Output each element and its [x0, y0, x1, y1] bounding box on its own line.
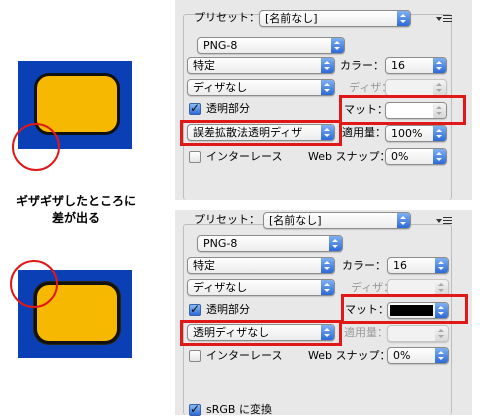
preset-value: [名前なし] — [265, 12, 318, 25]
select-arrows-icon — [331, 38, 344, 53]
transparency-label: 透明部分 — [206, 102, 250, 115]
colors-label: カラー： — [342, 259, 386, 272]
highlight-circle — [10, 260, 58, 308]
transparency-dither-highlight-box — [180, 120, 342, 146]
preset-label: プリセット： — [194, 213, 260, 226]
web-snap-value: 0% — [391, 150, 409, 163]
web-snap-label: Web スナップ： — [308, 150, 391, 163]
preset-value: [名前なし] — [269, 214, 322, 227]
preset-select[interactable]: [名前なし] — [263, 212, 411, 229]
file-format-value: PNG-8 — [203, 237, 238, 250]
color-reduction-value: 特定 — [193, 259, 215, 272]
dither-algorithm-select[interactable]: ディザなし — [187, 79, 335, 96]
interlace-checkbox[interactable] — [189, 151, 201, 163]
matte-highlight-box — [341, 294, 468, 324]
panel-menu-icon[interactable] — [436, 14, 452, 24]
web-snap-value: 0% — [393, 349, 411, 362]
color-reduction-select[interactable]: 特定 — [187, 57, 335, 74]
interlace-label: インターレース — [206, 150, 283, 163]
amount-combo[interactable]: 100% — [385, 125, 447, 142]
transparency-checkbox[interactable] — [189, 101, 201, 115]
interlace-label: インターレース — [206, 349, 283, 362]
select-arrows-icon — [433, 149, 446, 164]
panel-menu-icon[interactable] — [436, 216, 452, 226]
file-format-value: PNG-8 — [203, 39, 238, 52]
preset-select[interactable]: [名前なし] — [259, 10, 411, 27]
select-arrows-icon — [433, 126, 446, 141]
colors-value: 16 — [393, 259, 407, 272]
amount-label: 適用量： — [344, 326, 388, 339]
caption-line-1: ギザギザしたところに — [15, 194, 136, 208]
colors-combo[interactable]: 16 — [387, 257, 449, 274]
select-arrows-icon — [321, 258, 334, 273]
select-arrows-icon — [329, 236, 342, 251]
srgb-checkbox[interactable] — [189, 402, 201, 416]
amount-value: 100% — [391, 127, 423, 140]
select-arrows-icon — [433, 58, 446, 73]
colors-label: カラー： — [340, 59, 384, 72]
file-format-select[interactable]: PNG-8 — [197, 37, 345, 54]
color-reduction-select[interactable]: 特定 — [187, 257, 335, 274]
colors-value: 16 — [391, 59, 405, 72]
dither-algorithm-select[interactable]: ディザなし — [187, 279, 335, 296]
web-snap-combo[interactable]: 0% — [385, 148, 447, 165]
select-arrows-icon — [435, 280, 448, 295]
color-reduction-value: 特定 — [193, 59, 215, 72]
matte-highlight-box — [339, 95, 466, 125]
select-arrows-icon — [435, 326, 448, 341]
save-for-web-settings-panel-top: プリセット： [名前なし] PNG-8 特定 カラー： 16 ディザなし ディザ… — [175, 0, 472, 200]
select-arrows-icon — [435, 258, 448, 273]
select-arrows-icon — [433, 80, 446, 95]
transparency-label: 透明部分 — [206, 303, 250, 316]
srgb-label: sRGB に変換 — [206, 403, 272, 416]
dither-amount-combo[interactable] — [385, 79, 447, 96]
web-snap-label: Web スナップ： — [308, 349, 391, 362]
select-arrows-icon — [397, 11, 410, 26]
transparency-dither-highlight-box — [180, 320, 342, 346]
save-for-web-settings-panel-bottom: プリセット： [名前なし] PNG-8 特定 カラー： 16 ディザなし ディザ… — [175, 210, 472, 416]
select-arrows-icon — [321, 280, 334, 295]
interlace-checkbox[interactable] — [189, 350, 201, 362]
select-arrows-icon — [435, 348, 448, 363]
transparency-checkbox[interactable] — [189, 302, 201, 316]
colors-combo[interactable]: 16 — [385, 57, 447, 74]
amount-label: 適用量： — [342, 126, 386, 139]
preset-label: プリセット： — [194, 11, 260, 24]
select-arrows-icon — [321, 58, 334, 73]
amount-combo[interactable] — [387, 325, 449, 342]
web-snap-combo[interactable]: 0% — [387, 347, 449, 364]
file-format-select[interactable]: PNG-8 — [197, 235, 343, 252]
dither-algorithm-value: ディザなし — [193, 281, 248, 294]
dither-algorithm-value: ディザなし — [193, 81, 248, 94]
highlight-circle — [12, 123, 60, 171]
select-arrows-icon — [397, 213, 410, 228]
select-arrows-icon — [321, 80, 334, 95]
caption-line-2: 差が出る — [51, 211, 100, 225]
